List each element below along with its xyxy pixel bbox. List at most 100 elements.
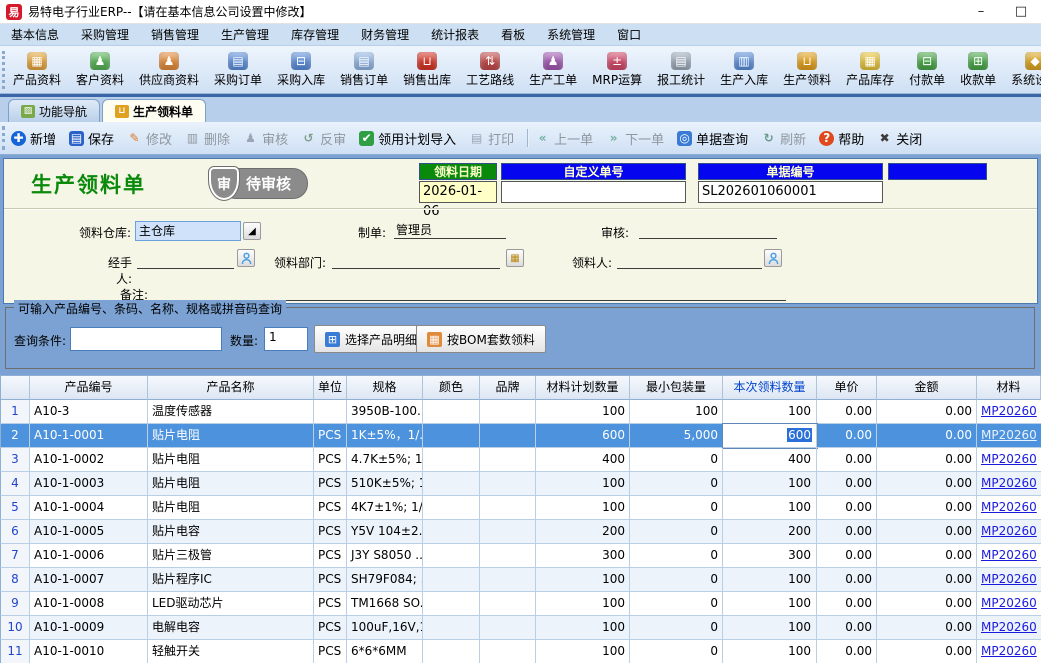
cell-unit[interactable]: PCS — [314, 568, 347, 592]
bom-pick-button[interactable]: ▦ 按BOM套数领料 — [416, 325, 546, 353]
maximize-button[interactable]: □ — [1001, 1, 1041, 23]
pick-qty-value[interactable]: 100 — [787, 476, 812, 490]
table-row[interactable]: 8 A10-1-0007 贴片程序IC PCS SH79F084; ... 10… — [0, 568, 1041, 592]
cell-plan-qty[interactable]: 100 — [536, 496, 630, 520]
toolbar-button[interactable]: ◆ 系统设置 — [1006, 50, 1041, 90]
cell-product-code[interactable]: A10-1-0009 — [30, 616, 148, 640]
material-order-link[interactable]: MP20260 — [977, 640, 1041, 663]
menu-item[interactable]: 财务管理 — [350, 24, 420, 45]
cell-product-name[interactable]: 贴片程序IC — [148, 568, 314, 592]
cell-pick-qty[interactable]: 100 — [723, 568, 817, 592]
table-row[interactable]: 10 A10-1-0009 电解电容 PCS 100uF,16V,1... 10… — [0, 616, 1041, 640]
toolbar-button[interactable]: ▤ 报工统计 — [652, 50, 710, 90]
toolbar-button[interactable]: ♟ 生产工单 — [524, 50, 582, 90]
cell-price[interactable]: 0.00 — [817, 592, 877, 616]
cell-product-code[interactable]: A10-1-0006 — [30, 544, 148, 568]
cell-product-code[interactable]: A10-1-0001 — [30, 424, 148, 448]
cell-min-pack[interactable]: 0 — [630, 592, 723, 616]
cell-amount[interactable]: 0.00 — [877, 520, 977, 544]
cell-price[interactable]: 0.00 — [817, 640, 877, 663]
action-button[interactable]: ? 帮助 — [819, 129, 864, 148]
cell-product-name[interactable]: 温度传感器 — [148, 400, 314, 424]
cell-brand[interactable] — [480, 472, 536, 496]
menu-item[interactable]: 统计报表 — [420, 24, 490, 45]
table-row[interactable]: 6 A10-1-0005 贴片电容 PCS Y5V 104±2... 200 0… — [0, 520, 1041, 544]
cell-product-name[interactable]: 贴片电容 — [148, 520, 314, 544]
minimize-button[interactable]: – — [961, 1, 1001, 23]
menu-item[interactable]: 系统管理 — [536, 24, 606, 45]
table-row[interactable]: 7 A10-1-0006 贴片三极管 PCS J3Y S8050 ... 300… — [0, 544, 1041, 568]
cell-pick-qty[interactable]: 100 — [723, 592, 817, 616]
material-order-link[interactable]: MP20260 — [977, 568, 1041, 592]
cell-spec[interactable]: 4.7K±5%; 1/... — [347, 448, 423, 472]
action-button[interactable]: ▥ 删除 — [185, 129, 230, 148]
cell-price[interactable]: 0.00 — [817, 424, 877, 448]
cell-pick-qty[interactable]: 300 — [723, 544, 817, 568]
cell-color[interactable] — [423, 544, 480, 568]
auditor-value[interactable] — [639, 221, 777, 239]
toolbar-button[interactable]: ⊞ 收款单 — [955, 50, 1001, 90]
cell-product-name[interactable]: 贴片电阻 — [148, 496, 314, 520]
quantity-input[interactable]: 1 — [264, 327, 308, 351]
material-order-link[interactable]: MP20260 — [977, 496, 1041, 520]
menu-item[interactable]: 库存管理 — [280, 24, 350, 45]
cell-min-pack[interactable]: 0 — [630, 472, 723, 496]
col-price[interactable]: 单价 — [817, 376, 877, 400]
cell-unit[interactable]: PCS — [314, 640, 347, 663]
cell-min-pack[interactable]: 0 — [630, 496, 723, 520]
col-unit[interactable]: 单位 — [314, 376, 347, 400]
cell-price[interactable]: 0.00 — [817, 400, 877, 424]
action-button[interactable]: ▤ 保存 — [69, 129, 114, 148]
table-row[interactable]: 3 A10-1-0002 贴片电阻 PCS 4.7K±5%; 1/... 400… — [0, 448, 1041, 472]
row-number[interactable]: 5 — [0, 496, 30, 520]
col-color[interactable]: 颜色 — [423, 376, 480, 400]
cell-product-code[interactable]: A10-1-0004 — [30, 496, 148, 520]
cell-product-code[interactable]: A10-1-0010 — [30, 640, 148, 663]
row-number[interactable]: 2 — [0, 424, 30, 448]
cell-product-name[interactable]: 轻触开关 — [148, 640, 314, 663]
cell-price[interactable]: 0.00 — [817, 448, 877, 472]
toolbar-button[interactable]: ± MRP运算 — [587, 50, 647, 90]
row-number[interactable]: 6 — [0, 520, 30, 544]
row-number[interactable]: 8 — [0, 568, 30, 592]
menu-item[interactable]: 窗口 — [606, 24, 652, 45]
cell-spec[interactable]: 6*6*6MM — [347, 640, 423, 663]
pick-qty-value[interactable]: 100 — [787, 644, 812, 658]
cell-plan-qty[interactable]: 100 — [536, 616, 630, 640]
col-rownum[interactable] — [0, 376, 30, 400]
header-field-value[interactable]: 2026-01-06 — [419, 181, 497, 203]
cell-unit[interactable]: PCS — [314, 472, 347, 496]
col-product-code[interactable]: 产品编号 — [30, 376, 148, 400]
cell-price[interactable]: 0.00 — [817, 472, 877, 496]
menu-item[interactable]: 基本信息 — [0, 24, 70, 45]
cell-plan-qty[interactable]: 100 — [536, 640, 630, 663]
toolbar-button[interactable]: ▦ 产品库存 — [841, 50, 899, 90]
cell-plan-qty[interactable]: 100 — [536, 472, 630, 496]
cell-min-pack[interactable]: 0 — [630, 616, 723, 640]
handler-person-button[interactable] — [237, 249, 255, 267]
cell-plan-qty[interactable]: 100 — [536, 400, 630, 424]
handler-value[interactable] — [137, 251, 234, 269]
toolbar-button[interactable]: ⇅ 工艺路线 — [461, 50, 519, 90]
cell-product-code[interactable]: A10-1-0008 — [30, 592, 148, 616]
cell-product-name[interactable]: 贴片电阻 — [148, 424, 314, 448]
maker-value[interactable]: 管理员 — [394, 221, 506, 239]
table-row[interactable]: 4 A10-1-0003 贴片电阻 PCS 510K±5%; 1... 100 … — [0, 472, 1041, 496]
pick-qty-value[interactable]: 100 — [787, 596, 812, 610]
cell-amount[interactable]: 0.00 — [877, 496, 977, 520]
cell-brand[interactable] — [480, 400, 536, 424]
menu-item[interactable]: 销售管理 — [140, 24, 210, 45]
pick-qty-value[interactable]: 100 — [787, 572, 812, 586]
table-row[interactable]: 5 A10-1-0004 贴片电阻 PCS 4K7±1%; 1/... 100 … — [0, 496, 1041, 520]
actionbar-grip[interactable] — [2, 126, 8, 150]
cell-price[interactable]: 0.00 — [817, 616, 877, 640]
action-button[interactable] — [527, 129, 529, 147]
cell-plan-qty[interactable]: 200 — [536, 520, 630, 544]
row-number[interactable]: 4 — [0, 472, 30, 496]
cell-color[interactable] — [423, 520, 480, 544]
action-button[interactable]: ▤ 打印 — [469, 129, 514, 148]
table-row[interactable]: 2 A10-1-0001 贴片电阻 PCS 1K±5%，1/... 600 5,… — [0, 424, 1041, 448]
col-material[interactable]: 材料 — [977, 376, 1041, 400]
table-row[interactable]: 11 A10-1-0010 轻触开关 PCS 6*6*6MM 100 0 100… — [0, 640, 1041, 663]
tab[interactable]: ⊔ 生产领料单 — [102, 99, 206, 122]
